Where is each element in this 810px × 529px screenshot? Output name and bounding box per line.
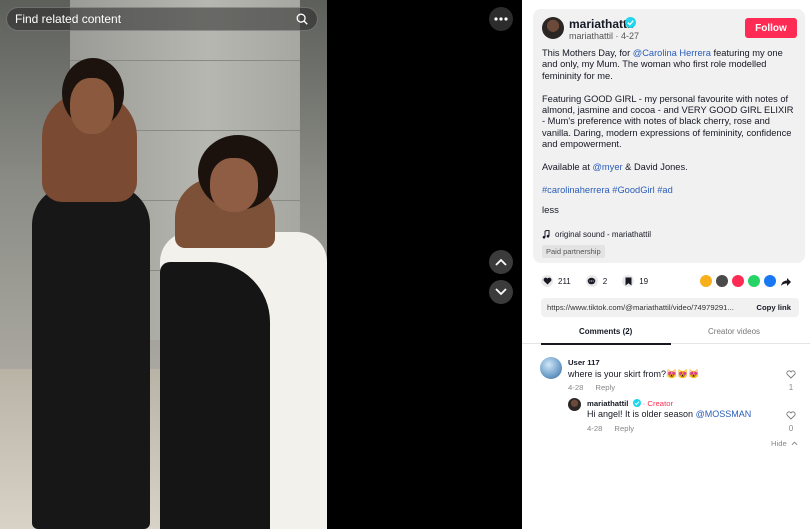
- heart-outline-icon[interactable]: [786, 411, 796, 420]
- tab-comments[interactable]: Comments (2): [579, 327, 632, 336]
- comment-like-count: 1: [788, 383, 794, 392]
- like-count: 211: [558, 276, 571, 286]
- avatar[interactable]: [542, 17, 564, 39]
- comment-item: User 117 where is your skirt from?😻😻😻 4-…: [522, 356, 810, 396]
- chevron-up-icon: [791, 441, 798, 446]
- heart-icon: [541, 275, 553, 287]
- active-tab-indicator: [541, 343, 671, 345]
- hide-replies-button[interactable]: Hide: [771, 439, 798, 448]
- heart-outline-icon[interactable]: [786, 370, 796, 379]
- avatar[interactable]: [568, 398, 581, 411]
- more-options-button[interactable]: [489, 7, 513, 31]
- music-note-icon: [542, 230, 550, 239]
- author-name[interactable]: mariathattil: [569, 17, 634, 31]
- share-url-bar: https://www.tiktok.com/@mariathattil/vid…: [541, 298, 799, 317]
- share-options: [700, 275, 792, 287]
- verified-badge-icon: [625, 17, 636, 28]
- comment-icon: [585, 275, 598, 287]
- video-player[interactable]: Find related content: [0, 0, 522, 529]
- share-whatsapp-icon[interactable]: [748, 275, 760, 287]
- mention-carolina-herrera[interactable]: @Carolina Herrera: [633, 48, 711, 58]
- comment-button[interactable]: 2: [585, 275, 608, 287]
- less-toggle[interactable]: less: [542, 205, 559, 216]
- chevron-down-icon: [495, 288, 507, 296]
- search-placeholder: Find related content: [15, 12, 122, 26]
- find-related-search[interactable]: Find related content: [6, 7, 318, 31]
- reply-meta: 4-28 Reply: [587, 424, 635, 433]
- post-date: 4-27: [621, 31, 640, 41]
- comment-count: 2: [602, 276, 608, 286]
- share-embed-icon[interactable]: [716, 275, 728, 287]
- like-button[interactable]: 211: [541, 275, 571, 287]
- woman-black-dress: [32, 185, 150, 529]
- reply-text: Hi angel! It is older season @MOSSMAN: [587, 409, 752, 419]
- comment-text: where is your skirt from?😻😻😻: [568, 369, 700, 379]
- share-facebook-icon[interactable]: [764, 275, 776, 287]
- reply-button[interactable]: Reply: [595, 383, 615, 392]
- share-more-arrow-icon[interactable]: [780, 275, 792, 287]
- verified-badge-icon: [632, 399, 641, 407]
- avatar[interactable]: [540, 357, 562, 379]
- paid-partnership-badge: Paid partnership: [542, 245, 605, 258]
- save-count: 19: [639, 276, 649, 286]
- mention-mossman[interactable]: @MOSSMAN: [696, 409, 752, 419]
- follow-button[interactable]: Follow: [745, 18, 797, 38]
- mention-myer[interactable]: @myer: [592, 162, 622, 172]
- comment-reply-item: mariathattil · Creator Hi angel! It is o…: [522, 397, 810, 437]
- engagement-stats: 211 2 19: [541, 275, 663, 287]
- ellipsis-icon: [494, 17, 508, 21]
- video-frame: [0, 0, 327, 529]
- hashtags[interactable]: #carolinaherrera #GoodGirl #ad: [542, 185, 798, 196]
- author-subline: mariathattil · 4-27: [569, 31, 640, 41]
- next-video-button[interactable]: [489, 280, 513, 304]
- details-panel: mariathattil mariathattil · 4-27 Follow …: [522, 0, 810, 529]
- reply-like-count: 0: [788, 424, 794, 433]
- copy-link-button[interactable]: Copy link: [748, 303, 799, 312]
- previous-video-button[interactable]: [489, 250, 513, 274]
- share-url[interactable]: https://www.tiktok.com/@mariathattil/vid…: [547, 303, 748, 312]
- share-repost-icon[interactable]: [700, 275, 712, 287]
- comment-username[interactable]: User 117: [568, 358, 600, 367]
- comment-meta: 4-28 Reply: [568, 383, 616, 392]
- reply-username[interactable]: mariathattil · Creator: [587, 399, 673, 408]
- save-button[interactable]: 19: [622, 275, 648, 287]
- description-card: mariathattil mariathattil · 4-27 Follow …: [533, 9, 805, 263]
- original-sound-link[interactable]: original sound - mariathattil: [542, 230, 651, 239]
- bookmark-icon: [622, 275, 635, 287]
- share-send-icon[interactable]: [732, 275, 744, 287]
- author-handle: mariathattil: [569, 31, 614, 41]
- reply-button[interactable]: Reply: [614, 424, 634, 433]
- search-icon[interactable]: [295, 12, 309, 26]
- chevron-up-icon: [495, 258, 507, 266]
- comment-tabs: Comments (2) Creator videos: [522, 324, 810, 345]
- description-text: This Mothers Day, for @Carolina Herrera …: [542, 48, 798, 208]
- creator-tag: · Creator: [642, 399, 674, 408]
- tab-creator-videos[interactable]: Creator videos: [708, 327, 760, 336]
